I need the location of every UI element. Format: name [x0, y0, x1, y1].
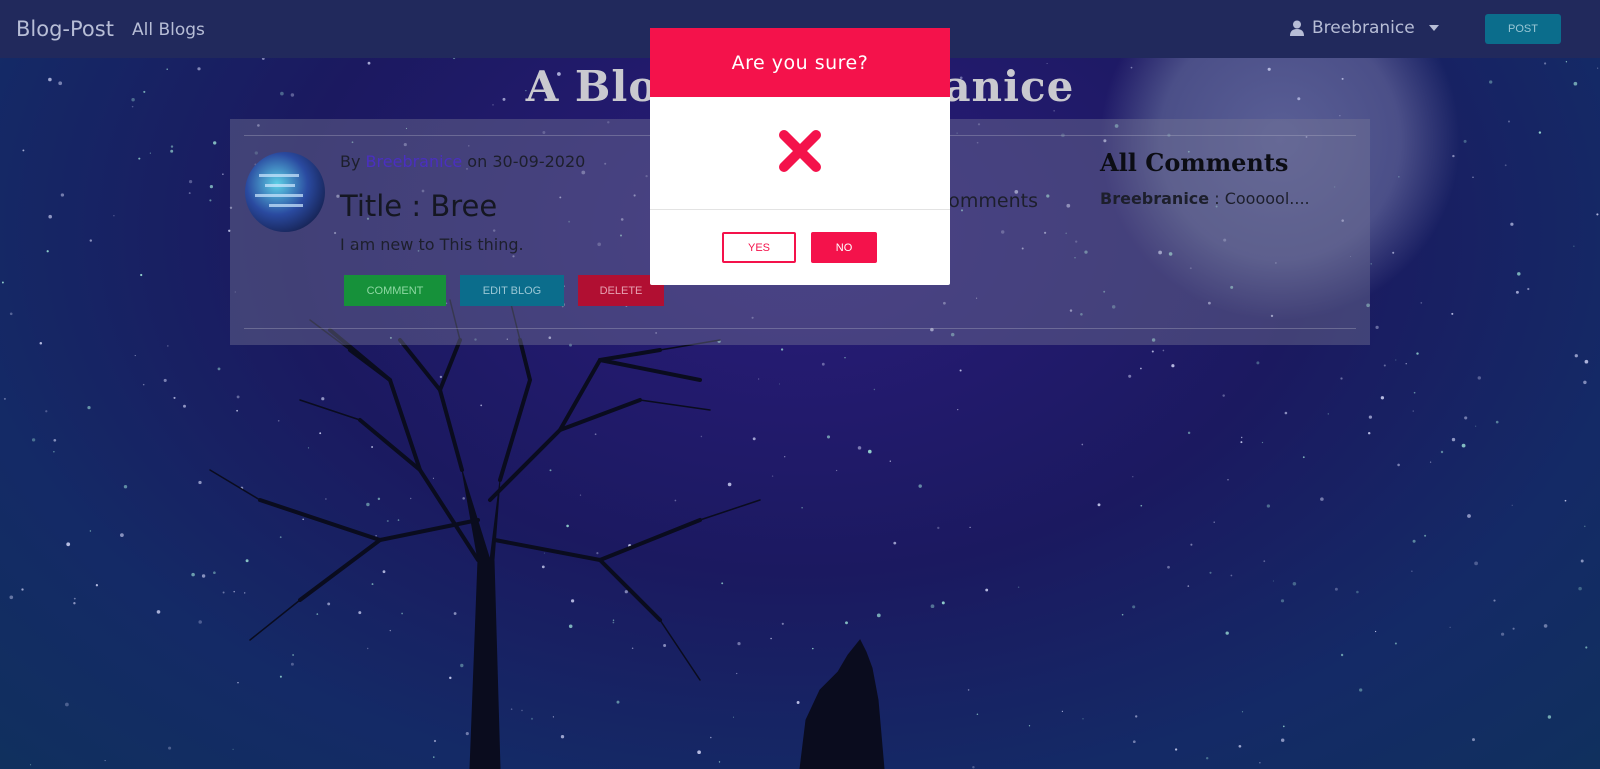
blog-date: 30-09-2020: [492, 152, 586, 171]
close-icon: [779, 130, 821, 172]
user-dropdown[interactable]: Breebranice: [1290, 18, 1439, 38]
blog-byline: By Breebranice on 30-09-2020: [340, 152, 585, 171]
comment-item: Breebranice : Coooool....: [1100, 189, 1310, 208]
edit-blog-button[interactable]: EDIT BLOG: [460, 275, 564, 306]
chevron-down-icon: [1428, 25, 1439, 31]
blog-title: Title : Bree: [340, 189, 498, 223]
comment-text: Coooool....: [1224, 189, 1310, 208]
all-blogs-link[interactable]: All Blogs: [132, 20, 205, 40]
post-button[interactable]: POST: [1485, 14, 1561, 44]
user-icon: [1290, 20, 1304, 36]
comment-separator: :: [1209, 189, 1225, 208]
brand-link[interactable]: Blog-Post: [16, 17, 114, 41]
divider: [650, 209, 950, 210]
comments-count: Comments: [935, 190, 1038, 212]
user-name: Breebranice: [1312, 18, 1415, 38]
comment-author: Breebranice: [1100, 189, 1210, 208]
no-button[interactable]: NO: [811, 232, 877, 263]
on-label: on: [467, 152, 488, 171]
confirm-dialog: Are you sure? YES NO: [650, 28, 950, 285]
comments-count-label: Comments: [935, 190, 1038, 212]
by-label: By: [340, 152, 361, 171]
comments-heading: All Comments: [1100, 148, 1289, 177]
divider: [244, 328, 1356, 329]
author-link[interactable]: Breebranice: [366, 152, 463, 171]
blog-body: I am new to This thing.: [340, 235, 524, 254]
comment-button[interactable]: COMMENT: [344, 275, 446, 306]
avatar: [245, 152, 325, 232]
yes-button[interactable]: YES: [722, 232, 796, 263]
dialog-title: Are you sure?: [650, 28, 950, 97]
